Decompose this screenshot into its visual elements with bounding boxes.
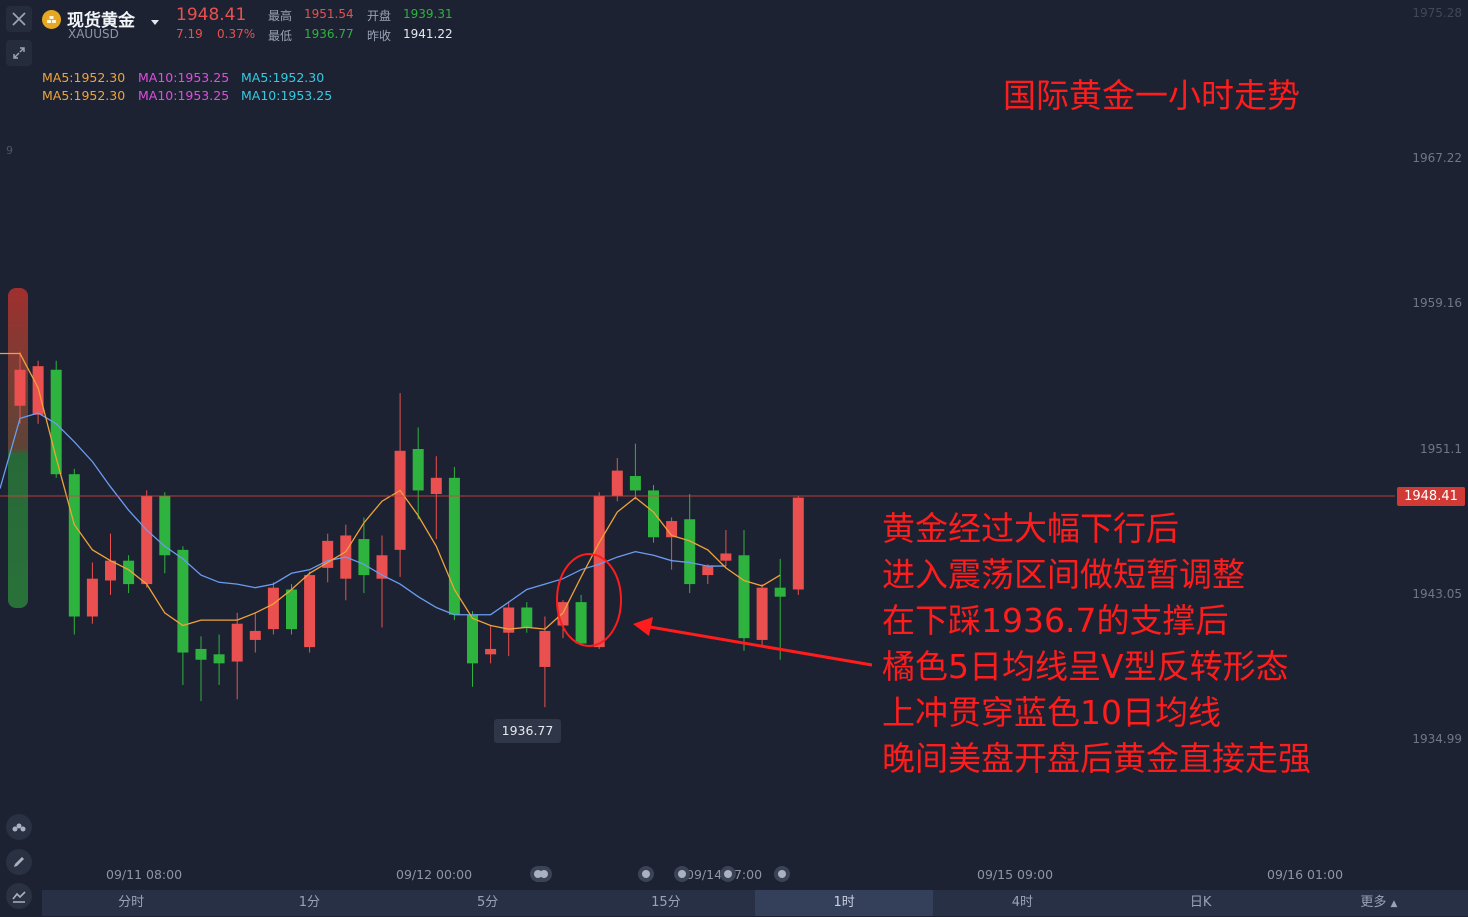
candle-body: [539, 630, 551, 667]
annotation-line: 上冲贯穿蓝色10日均线: [882, 693, 1221, 732]
x-tick-label: 09/15 09:00: [977, 867, 1054, 882]
candle-body: [467, 614, 478, 664]
tab-more[interactable]: 更多 ▲: [1290, 890, 1468, 916]
annotation-line: 橘色5日均线呈V型反转形态: [882, 647, 1289, 686]
candle-body: [286, 589, 297, 630]
zoom-out-button[interactable]: [674, 866, 690, 882]
tab-4hour[interactable]: 4时: [933, 890, 1111, 916]
candle-body: [231, 623, 243, 662]
candle-body: [394, 450, 406, 550]
candle-body: [105, 560, 116, 581]
candle-body: [141, 495, 153, 585]
period-tabbar: 分时 1分 5分 15分 1时 4时 日K 更多 ▲: [42, 890, 1468, 916]
tab-1min[interactable]: 1分: [220, 890, 398, 916]
candle-body: [14, 369, 26, 406]
tab-5min[interactable]: 5分: [399, 890, 577, 916]
scroll-right-button[interactable]: [774, 866, 790, 882]
candle-body: [485, 648, 497, 655]
candle-body: [648, 490, 659, 538]
candle-body: [702, 566, 714, 576]
candle-body: [720, 553, 732, 561]
tab-timeshare[interactable]: 分时: [42, 890, 220, 916]
candle-body: [32, 366, 44, 415]
candle-body: [249, 630, 261, 640]
candle-body: [195, 648, 207, 660]
tab-1hour[interactable]: 1时: [755, 890, 934, 916]
annotation-line: 进入震荡区间做短暂调整: [882, 555, 1245, 594]
candle-body: [521, 607, 533, 628]
tab-more-label: 更多: [1360, 895, 1387, 910]
tab-daily[interactable]: 日K: [1112, 890, 1290, 916]
caret-up-icon: ▲: [1390, 899, 1398, 909]
candle-body: [756, 587, 768, 640]
x-tick-label: 09/11 08:00: [106, 867, 183, 882]
annotation-line: 在下踩1936.7的支撑后: [882, 601, 1229, 640]
candle-body: [593, 495, 605, 648]
candle-body: [86, 578, 98, 617]
candle-body: [322, 540, 334, 568]
candle-body: [629, 476, 641, 491]
annotation-block: 黄金经过大幅下行后 进入震荡区间做短暂调整 在下踩1936.7的支撑后 橘色5日…: [882, 506, 1311, 782]
x-tick-label: 09/12 00:00: [396, 867, 473, 882]
scroll-left-button[interactable]: [638, 866, 654, 882]
x-tick-label: 09/16 01:00: [1267, 867, 1344, 882]
candle-body: [430, 477, 442, 495]
candle-body: [611, 470, 623, 496]
zoom-in-button[interactable]: [720, 866, 736, 882]
candle-body: [684, 519, 696, 585]
candle-body: [792, 497, 804, 590]
ma10-line: [0, 412, 726, 616]
candle-body: [738, 555, 750, 639]
candle-body: [358, 539, 370, 576]
ma5-line: [0, 352, 781, 630]
candle-body: [575, 602, 587, 644]
candle-body: [774, 587, 786, 597]
scroll-start-button[interactable]: [530, 866, 552, 882]
annotation-line: 黄金经过大幅下行后: [882, 509, 1179, 548]
candle-body: [267, 587, 279, 630]
candle-body: [213, 654, 225, 664]
candle-body: [304, 575, 316, 648]
candle-body: [448, 477, 460, 615]
annotation-arrowhead: [633, 617, 653, 636]
tab-15min[interactable]: 15分: [577, 890, 755, 916]
candle-body: [412, 449, 424, 491]
low-point-label: 1936.77: [494, 719, 561, 743]
candle-body: [177, 549, 189, 653]
annotation-line: 晚间美盘开盘后黄金直接走强: [882, 739, 1311, 778]
